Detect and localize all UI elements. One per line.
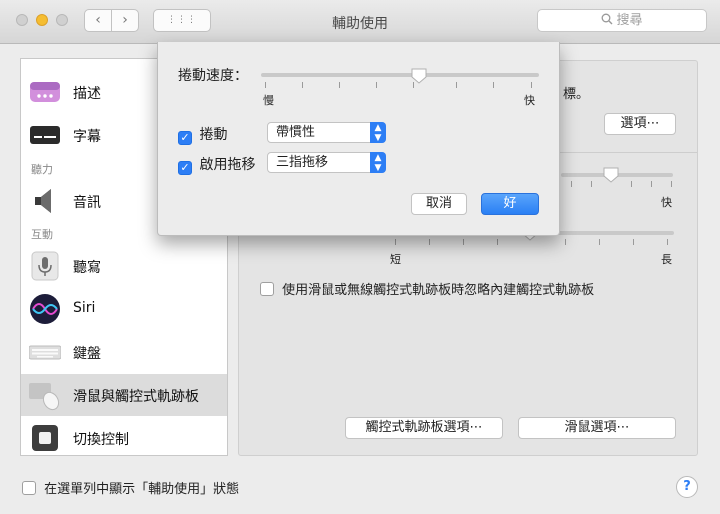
search-field[interactable]: 搜尋: [537, 9, 707, 32]
siri-icon: [30, 294, 60, 324]
sidebar-item-dictation[interactable]: 聽寫: [21, 245, 227, 287]
ignore-builtin-trackpad-option[interactable]: 使用滑鼠或無線觸控式軌跡板時忽略內建觸控式軌跡板: [260, 279, 594, 298]
ok-button[interactable]: 好: [481, 193, 539, 215]
slider-tick: [667, 239, 668, 245]
short-label: 短: [390, 253, 401, 266]
speaker-icon: [35, 189, 51, 213]
slider-tick: [671, 181, 672, 187]
slider-tick: [531, 82, 532, 88]
search-placeholder: 搜尋: [616, 13, 643, 28]
drag-select[interactable]: 三指拖移 ▲ ▼: [267, 152, 386, 173]
sidebar-item-switch-control[interactable]: 切換控制: [21, 417, 227, 459]
slider-tick: [565, 239, 566, 245]
long-label: 長: [661, 253, 672, 266]
drag-option[interactable]: ✓ 啟用拖移: [178, 154, 255, 175]
show-in-menu-bar-checkbox[interactable]: [22, 481, 36, 495]
drag-label: 啟用拖移: [199, 157, 256, 173]
scrolling-label: 捲動: [199, 127, 228, 143]
ignore-builtin-trackpad-checkbox[interactable]: [260, 282, 274, 296]
sidebar-item-keyboard[interactable]: 鍵盤: [21, 331, 227, 373]
slider-tick: [456, 82, 457, 88]
sidebar-item-mouse-trackpad[interactable]: 滑鼠與觸控式軌跡板: [21, 374, 227, 416]
slider-tick: [265, 82, 266, 88]
slider-tick: [599, 239, 600, 245]
sidebar-item-label: 滑鼠與觸控式軌跡板: [73, 389, 199, 405]
trackpad-options-sheet: 捲動速度： 慢 快 ✓ 捲動 帶慣性 ▲ ▼ ✓ 啟用拖移 三指拖移 ▲ ▼ 取消 …: [157, 42, 560, 236]
drag-select-value: 三指拖移: [276, 155, 329, 170]
scrolling-select-value: 帶慣性: [276, 125, 316, 140]
chevron-up-down-icon: ▲ ▼: [370, 122, 386, 143]
section-header-interaction: 互動: [31, 228, 53, 241]
search-icon: [602, 13, 613, 25]
slider-tick: [463, 239, 464, 245]
slider-tick: [651, 181, 652, 187]
scrolling-option[interactable]: ✓ 捲動: [178, 124, 227, 145]
partial-description-text: 標。: [563, 87, 590, 102]
ignore-builtin-trackpad-label: 使用滑鼠或無線觸控式軌跡板時忽略內建觸控式軌跡板: [282, 283, 595, 298]
slider-tick: [339, 82, 340, 88]
help-icon: ?: [683, 479, 691, 494]
drag-checkbox[interactable]: ✓: [178, 161, 192, 175]
switch-control-icon: [32, 425, 58, 451]
captions-icon: [30, 126, 60, 144]
show-in-menu-bar-option[interactable]: 在選單列中顯示「輔助使用」狀態: [22, 478, 239, 497]
sidebar-item-siri[interactable]: Siri: [21, 288, 227, 330]
title-bar: ‹ › ⋮⋮⋮ 輔助使用 搜尋: [0, 0, 720, 44]
show-in-menu-bar-label: 在選單列中顯示「輔助使用」狀態: [44, 482, 240, 497]
speech-bubble-icon: [30, 82, 60, 102]
mouse-options-button[interactable]: 滑鼠選項⋯: [518, 417, 676, 439]
slider-tick: [631, 181, 632, 187]
slider-tick: [429, 239, 430, 245]
slider-tick: [395, 239, 396, 245]
help-button[interactable]: ?: [676, 476, 698, 498]
keyboard-icon: [29, 345, 61, 360]
slider-tick: [591, 181, 592, 187]
slider-tick: [571, 181, 572, 187]
fast-label: 快: [524, 94, 535, 107]
slider-tick: [497, 239, 498, 245]
cancel-button[interactable]: 取消: [411, 193, 467, 215]
sidebar-item-label: 字幕: [73, 129, 101, 145]
sidebar-item-label: 音訊: [73, 195, 101, 211]
trackpad-options-button[interactable]: 觸控式軌跡板選項⋯: [345, 417, 503, 439]
slider-knob[interactable]: [602, 166, 620, 184]
slider-tick: [376, 82, 377, 88]
sidebar-item-label: Siri: [73, 300, 96, 316]
chevron-up-down-icon: ▲ ▼: [370, 152, 386, 173]
mouse-trackpad-icon: [29, 383, 60, 411]
sidebar-item-label: 切換控制: [73, 432, 129, 448]
options-button[interactable]: 選項⋯: [604, 113, 676, 135]
scroll-speed-slider-knob[interactable]: [410, 67, 428, 85]
sidebar-item-label: 描述: [73, 86, 101, 102]
fast-label: 快: [661, 196, 672, 209]
slider-tick: [302, 82, 303, 88]
scrolling-checkbox[interactable]: ✓: [178, 131, 192, 145]
slider-tick: [633, 239, 634, 245]
scroll-speed-label: 捲動速度：: [178, 68, 248, 84]
scroll-speed-slider[interactable]: [261, 73, 539, 77]
scrolling-select[interactable]: 帶慣性 ▲ ▼: [267, 122, 386, 143]
slow-label: 慢: [263, 94, 274, 107]
slider-tick: [493, 82, 494, 88]
microphone-icon: [31, 251, 59, 281]
sidebar-item-label: 鍵盤: [73, 346, 101, 362]
sidebar-item-label: 聽寫: [73, 260, 101, 276]
section-header-hearing: 聽力: [31, 163, 53, 176]
